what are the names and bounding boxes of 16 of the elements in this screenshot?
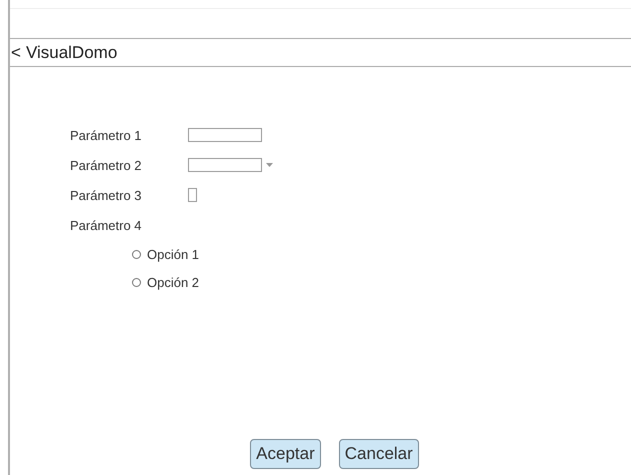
screen-title: VisualDomo (26, 42, 118, 62)
field-label: Parámetro 4 (70, 218, 143, 232)
cancel-button[interactable]: Cancelar (338, 439, 419, 469)
field-label: Parámetro 2 (70, 158, 143, 172)
checkbox[interactable] (188, 188, 197, 202)
field-label: Parámetro 3 (70, 188, 143, 202)
accept-button[interactable]: Aceptar (250, 439, 321, 469)
radio-button[interactable] (132, 250, 141, 258)
dropdown-field[interactable] (188, 158, 262, 172)
option-label: Opción 1 (147, 246, 200, 262)
back-link[interactable]: < (11, 42, 21, 62)
radio-button[interactable] (132, 278, 141, 286)
input-field[interactable] (188, 128, 262, 142)
caret-icon[interactable] (266, 163, 273, 167)
field-label: Parámetro 1 (70, 128, 143, 142)
option-label: Opción 2 (147, 274, 200, 290)
